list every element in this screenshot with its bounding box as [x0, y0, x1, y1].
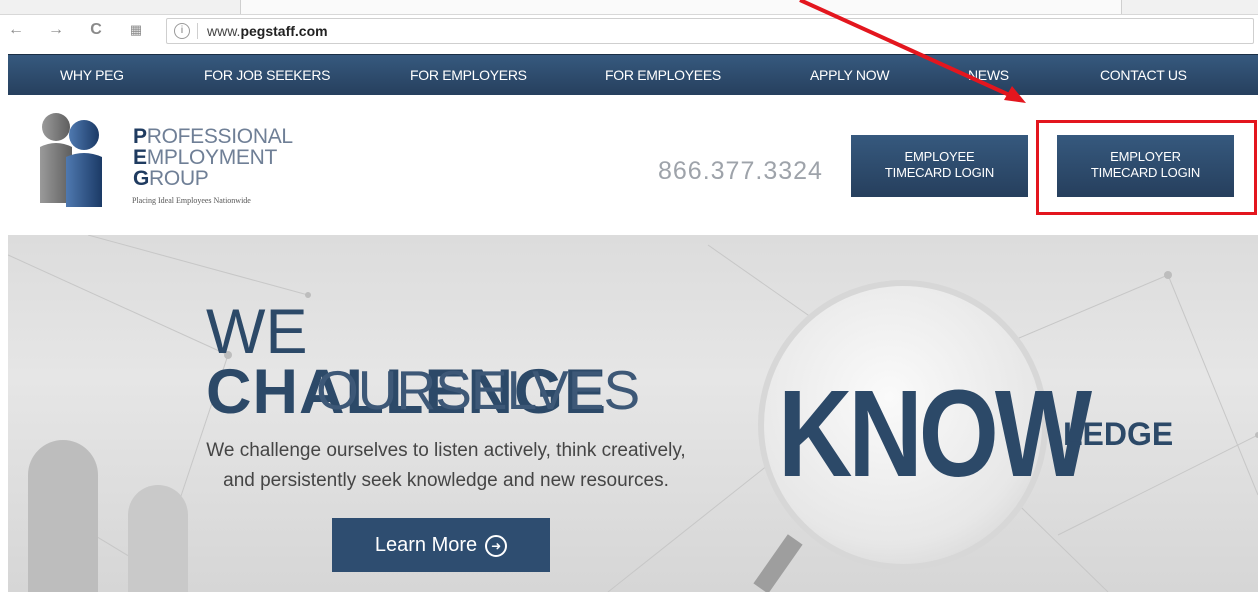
- hero-graphic-know: KNOW: [778, 364, 1092, 503]
- browser-tab[interactable]: [240, 0, 1122, 14]
- browser-toolbar: ← → C ▦ i www.pegstaff.com: [0, 0, 1258, 52]
- nav-for-employees[interactable]: FOR EMPLOYEES: [605, 55, 721, 96]
- url-text[interactable]: www.pegstaff.com: [207, 23, 328, 39]
- logo-rest-rofessional: ROFESSIONAL: [146, 125, 293, 148]
- url-prefix: www.: [207, 23, 241, 39]
- nav-apply-now[interactable]: APPLY NOW: [810, 55, 890, 96]
- annotation-highlight-box: [1036, 120, 1257, 215]
- address-divider: [197, 23, 198, 39]
- tab-strip: [0, 0, 1258, 15]
- learn-more-label: Learn More: [374, 534, 478, 556]
- apps-grid-icon[interactable]: ▦: [126, 20, 146, 40]
- forward-arrow-icon[interactable]: →: [46, 20, 66, 40]
- site-info-icon[interactable]: i: [174, 23, 190, 39]
- logo-line-employment: EMPLOYMENT: [133, 147, 293, 168]
- logo-cap-p: P: [133, 125, 147, 148]
- reload-icon[interactable]: C: [86, 20, 106, 40]
- logo-rest-mployment: MPLOYMENT: [146, 146, 278, 169]
- hero-graphic-ledge: LEDGE: [1063, 416, 1174, 452]
- phone-number[interactable]: 866.377.3324: [658, 157, 823, 186]
- address-bar[interactable]: i www.pegstaff.com: [166, 18, 1254, 44]
- arrow-circle-right-icon: ➜: [485, 534, 508, 557]
- nav-contact-us[interactable]: CONTACT US: [1100, 55, 1187, 96]
- logo-line-professional: PROFESSIONAL: [133, 126, 293, 147]
- employee-timecard-login-button[interactable]: EMPLOYEE TIMECARD LOGIN: [851, 135, 1028, 197]
- nav-for-employers[interactable]: FOR EMPLOYERS: [410, 55, 527, 96]
- logo-figures-icon[interactable]: [34, 111, 114, 211]
- back-arrow-icon[interactable]: ←: [6, 20, 26, 40]
- logo-wordmark[interactable]: PROFESSIONAL EMPLOYMENT GROUP: [133, 126, 293, 189]
- person-silhouette: [28, 440, 98, 592]
- url-domain: pegstaff.com: [240, 23, 328, 39]
- hero-banner: WE CHALLENGE OURSELVES We challenge ours…: [8, 235, 1258, 592]
- employee-login-line2: TIMECARD LOGIN: [884, 165, 995, 180]
- hero-description-line2: and persistently seek knowledge and new …: [223, 470, 669, 491]
- logo-tagline: Placing Ideal Employees Nationwide: [132, 196, 251, 205]
- nav-news[interactable]: NEWS: [968, 55, 1009, 96]
- logo-cap-g: G: [133, 167, 150, 190]
- nav-for-job-seekers[interactable]: FOR JOB SEEKERS: [204, 55, 331, 96]
- main-nav: WHY PEG FOR JOB SEEKERS FOR EMPLOYERS FO…: [8, 54, 1258, 96]
- hero-description: We challenge ourselves to listen activel…: [146, 436, 746, 496]
- logo-cap-e: E: [133, 146, 147, 169]
- employee-login-line1: EMPLOYEE: [904, 149, 975, 164]
- person-silhouette-2: [128, 485, 188, 592]
- logo-line-group: GROUP: [133, 168, 293, 189]
- logo-rest-roup: ROUP: [149, 167, 209, 190]
- nav-why-peg[interactable]: WHY PEG: [60, 55, 124, 96]
- hero-subtitle: OURSELVES: [316, 359, 640, 421]
- hero-description-line1: We challenge ourselves to listen activel…: [206, 440, 686, 461]
- learn-more-button[interactable]: Learn More ➜: [332, 518, 550, 572]
